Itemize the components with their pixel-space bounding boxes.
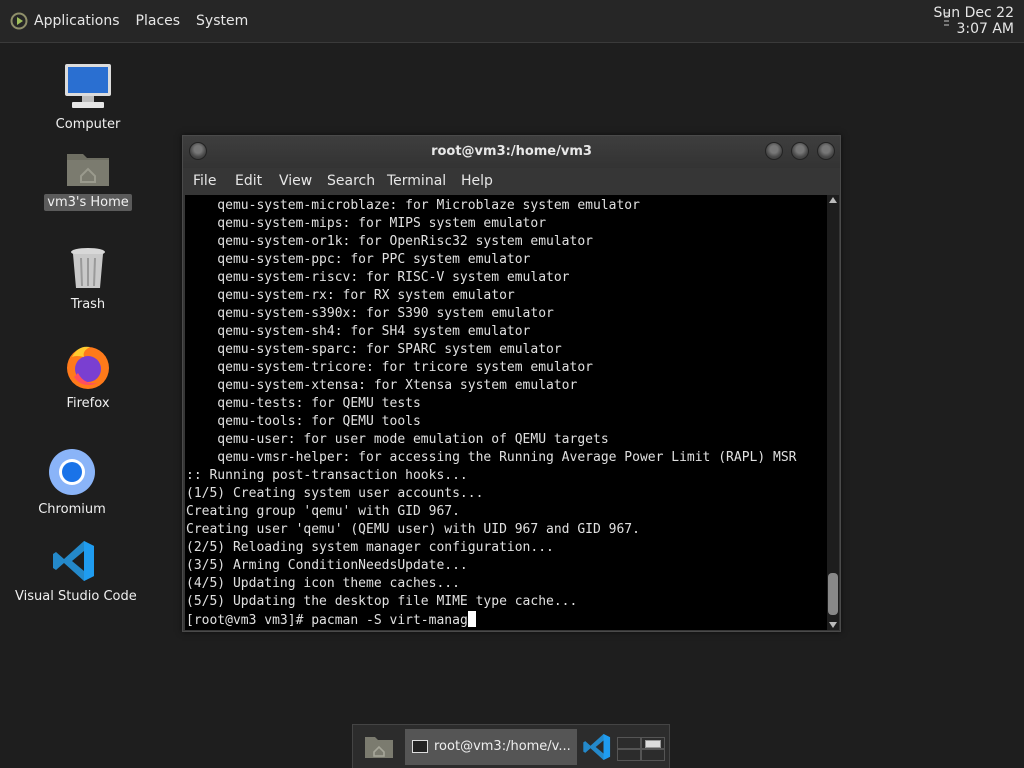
desktop-icon-label: Chromium <box>38 502 106 517</box>
terminal-line: qemu-system-s390x: for S390 system emula… <box>186 306 554 321</box>
scrollbar-thumb[interactable] <box>828 573 838 615</box>
menu-terminal[interactable]: Terminal <box>387 173 446 189</box>
window-titlebar[interactable]: root@vm3:/home/vm3 <box>183 136 840 168</box>
taskbar-file-manager[interactable] <box>361 729 397 765</box>
terminal-line: (1/5) Creating system user accounts... <box>186 486 484 501</box>
taskbar: root@vm3:/home/v... <box>352 724 670 768</box>
clock[interactable]: Sun Dec 22 3:07 AM <box>934 5 1014 37</box>
terminal-menubar: File Edit View Search Terminal Help <box>183 168 840 196</box>
terminal-window[interactable]: root@vm3:/home/vm3 File Edit View Search… <box>182 135 841 632</box>
window-title: root@vm3:/home/vm3 <box>431 144 592 159</box>
terminal-line: qemu-system-or1k: for OpenRisc32 system … <box>186 234 593 249</box>
command-input[interactable]: pacman -S virt-manag <box>311 613 468 628</box>
menu-view[interactable]: View <box>279 173 312 189</box>
terminal-scrollbar[interactable] <box>827 195 839 630</box>
terminal-line: Creating user 'qemu' (QEMU user) with UI… <box>186 522 640 537</box>
menu-help[interactable]: Help <box>461 173 493 189</box>
terminal-line: Creating group 'qemu' with GID 967. <box>186 504 460 519</box>
taskbar-vscode[interactable] <box>579 729 615 765</box>
vscode-icon <box>53 541 94 581</box>
system-menu[interactable]: System <box>196 13 248 29</box>
terminal-line: qemu-system-rx: for RX system emulator <box>186 288 515 303</box>
menu-file[interactable]: File <box>193 173 216 189</box>
terminal-line: (2/5) Reloading system manager configura… <box>186 540 554 555</box>
desktop-icon-label: Firefox <box>66 396 110 411</box>
maximize-button[interactable] <box>791 142 809 160</box>
workspace-1[interactable] <box>617 737 641 749</box>
desktop-icon-chromium[interactable]: Chromium <box>32 447 112 518</box>
desktop-icon-label: Computer <box>55 117 121 132</box>
workspace-2[interactable] <box>641 737 665 749</box>
applications-menu[interactable]: Applications <box>34 13 120 29</box>
computer-icon <box>65 64 111 108</box>
terminal-line: qemu-system-microblaze: for Microblaze s… <box>186 198 640 213</box>
workspace-switcher[interactable] <box>617 729 667 765</box>
terminal-line: (5/5) Updating the desktop file MIME typ… <box>186 594 578 609</box>
terminal-line: qemu-system-mips: for MIPS system emulat… <box>186 216 547 231</box>
desktop-icon-computer[interactable]: Computer <box>48 62 128 133</box>
text-cursor <box>467 611 476 627</box>
terminal-line: (4/5) Updating icon theme caches... <box>186 576 460 591</box>
terminal-lines: qemu-system-microblaze: for Microblaze s… <box>186 197 796 630</box>
firefox-icon <box>67 346 109 389</box>
scroll-down-icon[interactable] <box>829 622 837 628</box>
desktop-icon-label: Visual Studio Code <box>15 589 137 604</box>
top-panel: Applications Places System Sun Dec 22 3:… <box>0 0 1024 43</box>
distro-logo-icon[interactable] <box>10 12 28 30</box>
clock-date: Sun Dec 22 <box>933 5 1014 21</box>
terminal-line: qemu-system-tricore: for tricore system … <box>186 360 593 375</box>
desktop-icon-home[interactable]: vm3's Home <box>44 146 132 211</box>
desktop-icon-trash[interactable]: Trash <box>48 246 128 313</box>
home-folder-icon <box>67 154 109 186</box>
terminal-prompt-line[interactable]: [root@vm3 vm3]# pacman -S virt-manag <box>186 611 796 630</box>
close-button[interactable] <box>817 142 835 160</box>
terminal-icon <box>412 740 428 753</box>
terminal-line: qemu-tools: for QEMU tools <box>186 414 421 429</box>
terminal-line: qemu-system-xtensa: for Xtensa system em… <box>186 378 578 393</box>
minimize-button[interactable] <box>765 142 783 160</box>
clock-time: 3:07 AM <box>956 21 1014 37</box>
terminal-line: qemu-system-riscv: for RISC-V system emu… <box>186 270 570 285</box>
terminal-line: (3/5) Arming ConditionNeedsUpdate... <box>186 558 468 573</box>
file-manager-icon <box>365 737 393 758</box>
chromium-icon <box>49 449 95 495</box>
terminal-line: qemu-system-ppc: for PPC system emulator <box>186 252 531 267</box>
workspace-3[interactable] <box>617 749 641 761</box>
taskbar-terminal-label: root@vm3:/home/v... <box>434 739 571 754</box>
trash-icon <box>71 248 105 288</box>
terminal-line: :: Running post-transaction hooks... <box>186 468 468 483</box>
desktop-icon-label: Trash <box>70 297 106 312</box>
terminal-line: qemu-system-sh4: for SH4 system emulator <box>186 324 531 339</box>
taskbar-terminal[interactable]: root@vm3:/home/v... <box>405 729 577 765</box>
terminal-line: qemu-tests: for QEMU tests <box>186 396 421 411</box>
menu-edit[interactable]: Edit <box>235 173 262 189</box>
terminal-output[interactable]: qemu-system-microblaze: for Microblaze s… <box>185 195 827 630</box>
menu-search[interactable]: Search <box>327 173 375 189</box>
places-menu[interactable]: Places <box>136 13 181 29</box>
terminal-line: qemu-system-sparc: for SPARC system emul… <box>186 342 562 357</box>
desktop-icon-firefox[interactable]: Firefox <box>48 343 128 412</box>
terminal-line: qemu-user: for user mode emulation of QE… <box>186 432 609 447</box>
terminal-line: qemu-vmsr-helper: for accessing the Runn… <box>186 450 797 465</box>
scroll-up-icon[interactable] <box>829 197 837 203</box>
panel-menu: Applications Places System <box>10 12 264 30</box>
vscode-icon <box>583 733 611 761</box>
workspace-4[interactable] <box>641 749 665 761</box>
desktop-icon-vscode[interactable]: Visual Studio Code <box>12 538 137 605</box>
shell-prompt: [root@vm3 vm3]# <box>186 613 312 628</box>
desktop-icon-label: vm3's Home <box>44 194 132 211</box>
